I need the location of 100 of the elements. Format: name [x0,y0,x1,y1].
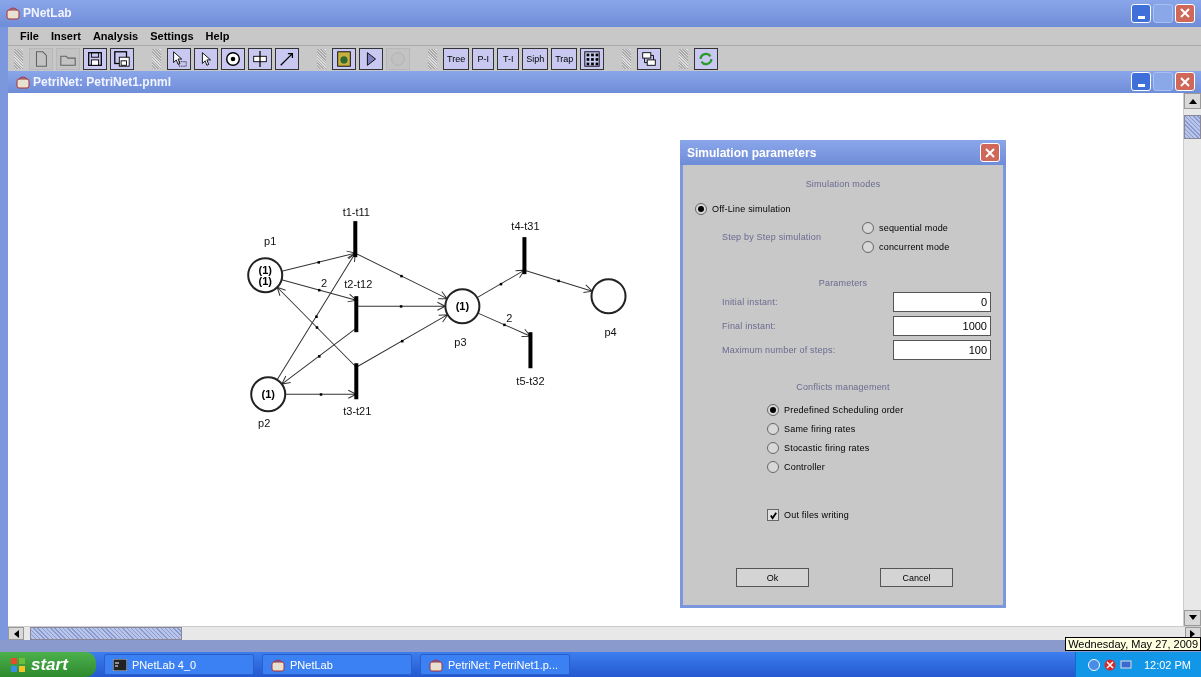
menu-item[interactable]: File [20,30,39,42]
place-circle[interactable] [250,375,287,412]
checkbox[interactable]: Out files writing [767,509,991,521]
refresh-button[interactable] [694,47,719,70]
arc-midpoint[interactable] [557,279,560,282]
vertical-scrollbar[interactable] [1183,92,1201,627]
toolbar-button[interactable]: P-I [472,47,495,70]
scroll-down-button[interactable] [1184,610,1201,627]
arc-arrow[interactable] [355,313,449,368]
close-icon [1180,8,1190,19]
place-label: p1 [264,234,277,247]
transition-bar[interactable] [528,331,533,368]
grid-icon [583,49,602,68]
toolbar-grip[interactable] [152,48,161,69]
transition-label: t2-t12 [344,277,373,290]
network-icon[interactable] [1087,658,1100,671]
arc-midpoint[interactable] [318,354,321,358]
taskbar-button[interactable]: PNetLab 4_0 [104,654,254,675]
scroll-thumb[interactable] [1184,114,1201,139]
play-button[interactable] [359,47,383,70]
arc-midpoint[interactable] [315,315,318,318]
pointer-button[interactable] [194,47,218,70]
transition-label: t5-t32 [516,374,545,387]
grid-button[interactable] [580,47,605,70]
arc-arrow[interactable] [284,389,357,399]
cancel-button[interactable]: Cancel [880,568,953,587]
arc-button[interactable] [275,47,299,70]
toolbar-button[interactable]: Siph [522,47,549,70]
layout-button[interactable] [637,47,662,70]
arc-arrow[interactable] [477,312,531,337]
arc-midpoint[interactable] [503,323,506,326]
toolbar-grip[interactable] [428,48,437,69]
arc-arrow[interactable] [355,301,446,311]
place-circle[interactable] [247,256,284,293]
menu-item[interactable]: Settings [150,30,194,42]
arc-midpoint[interactable] [319,392,323,396]
toolbar-grip[interactable] [622,48,632,69]
menu-item[interactable]: Insert [50,30,81,42]
input-field[interactable]: 1000 [893,316,991,336]
arc-midpoint[interactable] [317,260,320,264]
input-field[interactable]: 0 [893,292,991,312]
arrow-right-icon [1190,629,1196,638]
arc-arrow[interactable] [523,269,593,293]
place-label: p3 [454,335,467,348]
arc-arrow[interactable] [281,327,357,385]
toolbar-grip[interactable] [679,48,689,69]
radio-option[interactable]: concurrent mode [862,237,950,256]
arc-arrow[interactable] [476,269,525,298]
save-as-button[interactable] [110,47,134,70]
horizontal-scrollbar[interactable] [8,626,1201,641]
shield-icon[interactable] [1103,658,1116,671]
check-icon [768,510,778,520]
arc-midpoint[interactable] [399,304,403,308]
arc-midpoint[interactable] [317,288,321,292]
field-label: Step by Step simulation [722,232,823,242]
monitor-icon[interactable] [1119,658,1132,671]
place-circle[interactable] [590,277,627,314]
token-count: (1) [258,263,272,276]
select-area-button[interactable] [167,47,191,70]
scroll-thumb[interactable] [30,627,182,641]
minimize-button[interactable] [1131,3,1151,23]
close-button[interactable] [980,143,1000,162]
taskbar-button[interactable]: PetriNet: PetriNet1.p... [420,654,570,675]
arc-midpoint[interactable] [400,339,404,343]
menu-item[interactable]: Analysis [92,30,139,42]
arc-arrow[interactable] [281,250,356,272]
arc-midpoint[interactable] [400,274,403,278]
transition-button[interactable] [248,47,272,70]
transition-label: t1-t11 [342,205,370,218]
minimize-button[interactable] [1131,72,1151,92]
transition-bar[interactable] [353,220,358,257]
toolbar-button[interactable]: Tree [443,47,470,70]
date-tooltip: Wednesday, May 27, 2009 [1065,637,1201,651]
transition-bar[interactable] [522,236,527,274]
toolbar-button[interactable]: T-I [497,47,520,70]
arc-arrow[interactable] [276,286,357,368]
toolbar-button[interactable]: Trap [551,47,578,70]
place-circle[interactable] [444,287,481,324]
radio-option[interactable]: sequential mode [862,218,950,237]
scroll-left-button[interactable] [8,627,24,641]
arc-midpoint[interactable] [499,282,503,286]
radio-option[interactable]: Controller [767,457,991,476]
input-field[interactable]: 100 [893,340,991,360]
close-button[interactable] [1175,72,1195,92]
radio-option[interactable]: Same firing rates [767,419,991,438]
transition-bar[interactable] [354,295,359,332]
simulate-button[interactable] [332,47,356,70]
taskbar-button[interactable]: PNetLab [262,654,412,675]
arc-midpoint[interactable] [315,325,319,329]
radio-option[interactable]: Predefined Scheduling order [767,400,991,419]
toolbar-grip[interactable] [317,48,326,69]
transition-bar[interactable] [354,362,359,399]
menu-item[interactable]: Help [205,30,230,42]
radio-option[interactable]: Off-Line simulation [695,199,991,218]
ok-button[interactable]: Ok [736,568,809,587]
toolbar-grip[interactable] [14,48,23,69]
radio-option[interactable]: Stocastic firing rates [767,438,991,457]
close-button[interactable] [1175,3,1195,23]
place-button[interactable] [221,47,245,70]
save-button[interactable] [83,47,107,70]
